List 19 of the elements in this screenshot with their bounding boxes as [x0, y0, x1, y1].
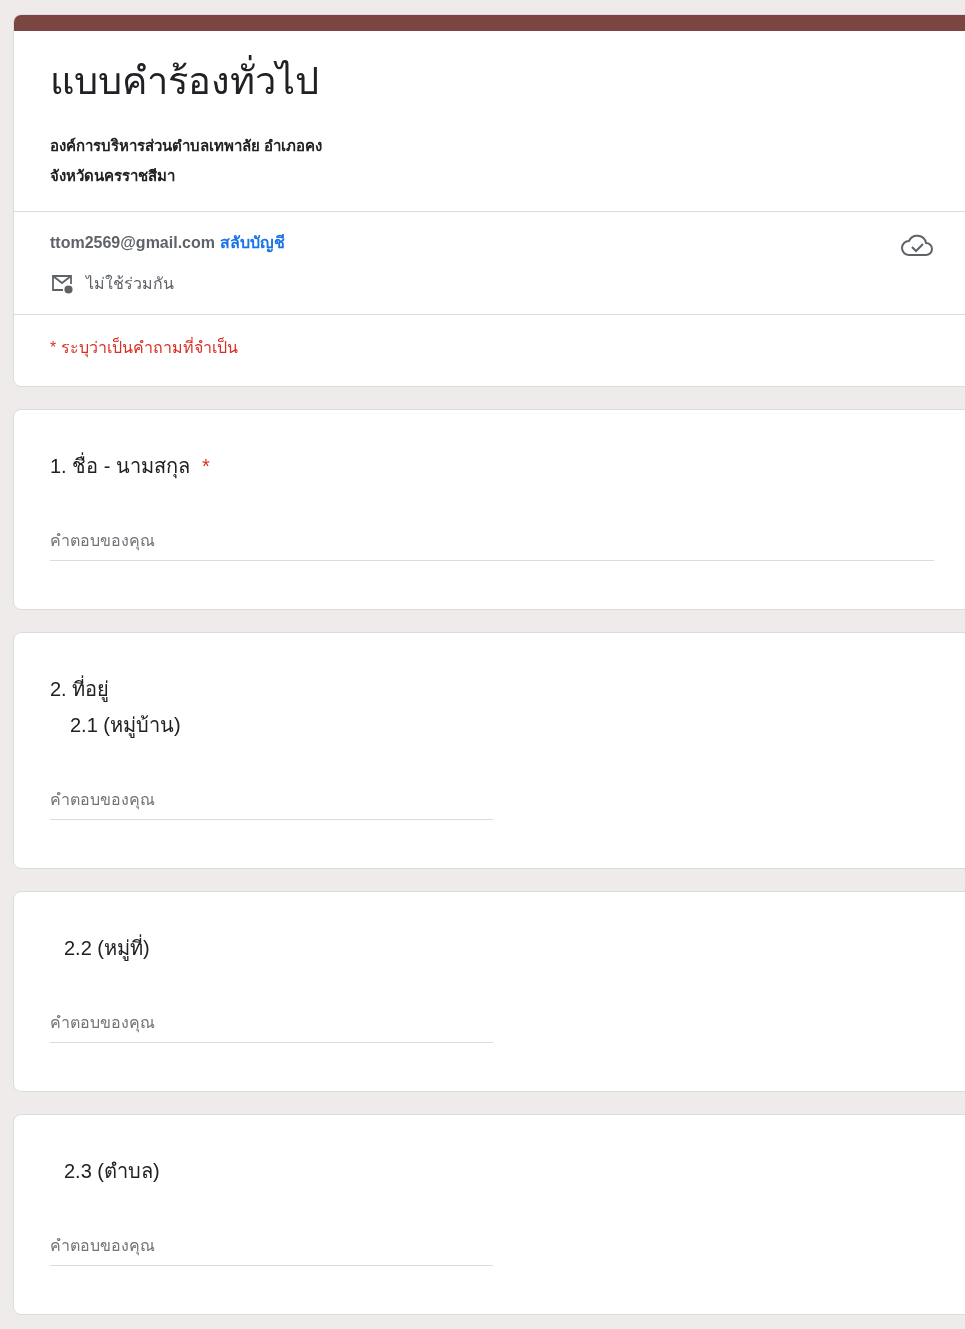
answer-field[interactable]: คำตอบของคุณ — [50, 785, 493, 820]
account-email: ttom2569@gmail.com สลับบัญชี — [50, 233, 285, 255]
question-title: 2. ที่อยู่ — [50, 671, 956, 707]
question-title: 1. ชื่อ - นามสกุล * — [50, 448, 956, 484]
question-title: 2.1 (หมู่บ้าน) — [69, 713, 182, 740]
question-title: 2.2 (หมู่ที่) — [50, 930, 956, 966]
question-title: 2.3 (ตำบล) — [63, 1159, 161, 1184]
required-asterisk: * — [202, 455, 210, 477]
form-description: จังหวัดนครราชสีมา — [50, 166, 176, 186]
required-note: * ระบุว่าเป็นคำถามที่จำเป็น — [49, 336, 239, 360]
mail-icon — [50, 272, 74, 295]
form-description: องค์การบริหารส่วนตำบลเทพาลัย อำเภอคง — [50, 136, 324, 156]
answer-field[interactable]: คำตอบของคุณ — [50, 1008, 493, 1043]
answer-field[interactable]: คำตอบของคุณ — [50, 1231, 493, 1266]
sharing-note: ไม่ใช้ร่วมกัน — [86, 273, 174, 294]
answer-field[interactable]: คำตอบของคุณ — [50, 526, 934, 561]
switch-account-link[interactable]: สลับบัญชี — [220, 234, 285, 251]
cloud-saved-icon — [900, 232, 934, 258]
form-title: แบบคำร้องทั่วไป — [50, 55, 956, 107]
